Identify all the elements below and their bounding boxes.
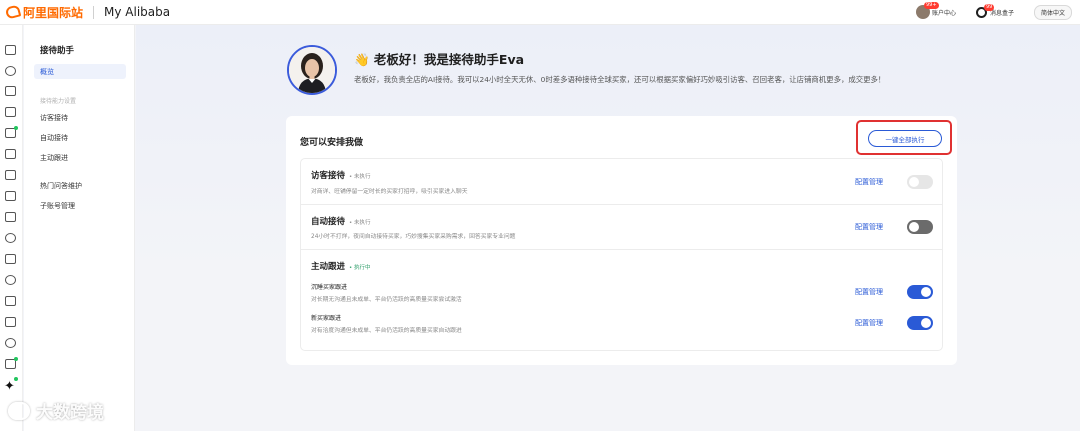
toggle-knob [909, 177, 919, 187]
visitor-reception-toggle[interactable] [907, 175, 933, 189]
alibaba-logo[interactable]: 阿里国际站 [4, 4, 84, 21]
chart-icon[interactable] [5, 149, 16, 159]
toggle-knob [921, 318, 931, 328]
shield-icon[interactable] [5, 338, 16, 348]
task-description: 24小时不打烊，夜间自动接待买家，巧妙搜集买家采购需求，回答买家专业问题 [311, 234, 516, 240]
config-link[interactable]: 配置管理 [855, 222, 883, 232]
task-name: 自动接待 • 未执行 [311, 215, 371, 227]
chat-icon[interactable] [5, 212, 16, 222]
run-all-button[interactable]: 一键全部执行 [868, 130, 942, 147]
task-name: 主动跟进 • 执行中 [311, 260, 371, 272]
sub-sidebar: 接待助手 概览 接待能力设置 访客接待 自动接待 主动跟进 热门问答维护 子账号… [24, 25, 135, 431]
home-icon[interactable] [5, 45, 16, 55]
sidebar-item-visitor-reception[interactable]: 访客接待 [40, 113, 68, 123]
subtask-name: 沉睡买家跟进 [311, 284, 348, 291]
top-header: 阿里国际站 My Alibaba 99+ 账户中心 99 消息盒子 简体中文 [0, 0, 1080, 25]
sidebar-title: 接待助手 [40, 46, 75, 56]
sidebar-item-overview[interactable]: 概览 [34, 64, 126, 79]
assistant-portrait-icon [289, 47, 335, 93]
messages-link[interactable]: 99 消息盒子 [975, 3, 1014, 18]
sidebar-group-label: 接待能力设置 [40, 98, 77, 105]
auto-reception-toggle[interactable] [907, 220, 933, 234]
dormant-buyer-followup-toggle[interactable] [907, 285, 933, 299]
sidebar-item-active-followup[interactable]: 主动跟进 [40, 153, 68, 163]
order-icon[interactable] [5, 254, 16, 264]
config-link[interactable]: 配置管理 [855, 318, 883, 328]
document-icon[interactable] [5, 170, 16, 180]
contacts-icon[interactable] [5, 233, 16, 243]
header-actions: 99+ 账户中心 99 消息盒子 简体中文 [915, 2, 1080, 20]
bag-icon[interactable] [5, 296, 16, 306]
watermark: 大数跨境 [8, 398, 104, 423]
ad-icon[interactable] [5, 191, 16, 201]
brand-title[interactable]: My Alibaba [104, 5, 170, 19]
globe-icon[interactable] [5, 275, 16, 285]
network-notification-dot [14, 357, 18, 361]
new-buyer-followup-toggle[interactable] [907, 316, 933, 330]
main-content: 👋 老板好！我是接待助手Eva 老板好，我负责全店的AI接待。我可以24小时全天… [136, 25, 1080, 431]
alibaba-logo-icon [4, 4, 22, 20]
config-link[interactable]: 配置管理 [855, 177, 883, 187]
sidebar-item-label: 概览 [40, 68, 54, 76]
hero-description: 老板好，我负责全店的AI接待。我可以24小时全天无休、0时差多语种接待全球买家，… [354, 75, 886, 84]
icon-rail: ✦ [0, 25, 23, 431]
subtask-description: 对有洽度沟通但未成单、平台仍活跃的高质量买家自动跟进 [311, 328, 462, 334]
storage-icon[interactable] [5, 86, 16, 96]
config-link[interactable]: 配置管理 [855, 287, 883, 297]
task-title: 访客接待 [311, 171, 346, 181]
task-list: 访客接待 • 未执行 对商详、旺铺停留一定时长的买家打招呼，吸引买家进入聊天 配… [300, 158, 943, 351]
task-title: 主动跟进 [311, 262, 346, 272]
task-title: 自动接待 [311, 217, 346, 227]
logo-text: 阿里国际站 [23, 5, 84, 20]
toggle-knob [909, 222, 919, 232]
watermark-logo-icon [8, 401, 30, 420]
task-row-active-followup: 主动跟进 • 执行中 沉睡买家跟进 对长期无沟通且未成单、平台仍活跃的高质量买家… [301, 250, 942, 350]
sidebar-item-faq[interactable]: 热门问答维护 [40, 181, 82, 191]
task-status: • 执行中 [349, 265, 371, 271]
video-notification-dot [14, 126, 18, 130]
sidebar-item-auto-reception[interactable]: 自动接待 [40, 133, 68, 143]
task-status: • 未执行 [349, 220, 371, 226]
account-badge: 99+ [923, 2, 939, 9]
store-icon[interactable] [5, 107, 16, 117]
finance-icon[interactable] [5, 317, 16, 327]
star-icon[interactable] [5, 66, 16, 76]
watermark-text: 大数跨境 [36, 403, 104, 423]
task-description: 对商详、旺铺停留一定时长的买家打招呼，吸引买家进入聊天 [311, 189, 468, 195]
assistant-avatar [287, 45, 337, 95]
task-row-visitor-reception: 访客接待 • 未执行 对商详、旺铺停留一定时长的买家打招呼，吸引买家进入聊天 配… [301, 159, 942, 205]
subtask-description: 对长期无沟通且未成单、平台仍活跃的高质量买家尝试激活 [311, 297, 462, 303]
task-name: 访客接待 • 未执行 [311, 169, 371, 181]
tasks-card-title: 您可以安排我做 [300, 138, 364, 148]
tasks-card: 您可以安排我做 一键全部执行 访客接待 • 未执行 对商详、旺铺停留一定时长的买… [286, 116, 957, 365]
header-divider [93, 5, 95, 19]
messages-badge: 99 [983, 3, 995, 11]
task-status: • 未执行 [349, 174, 371, 180]
hero-title: 👋 老板好！我是接待助手Eva [354, 52, 525, 67]
language-selector[interactable]: 简体中文 [1033, 4, 1072, 20]
ai-notification-dot [14, 377, 18, 381]
toggle-knob [921, 287, 931, 297]
sidebar-item-subaccounts[interactable]: 子账号管理 [40, 201, 75, 211]
task-row-auto-reception: 自动接待 • 未执行 24小时不打烊，夜间自动接待买家，巧妙搜集买家采购需求，回… [301, 205, 942, 250]
ai-sparkle-icon[interactable]: ✦ [4, 380, 15, 393]
account-center-link[interactable]: 99+ 账户中心 [915, 2, 956, 19]
subtask-name: 新买家跟进 [311, 315, 342, 322]
